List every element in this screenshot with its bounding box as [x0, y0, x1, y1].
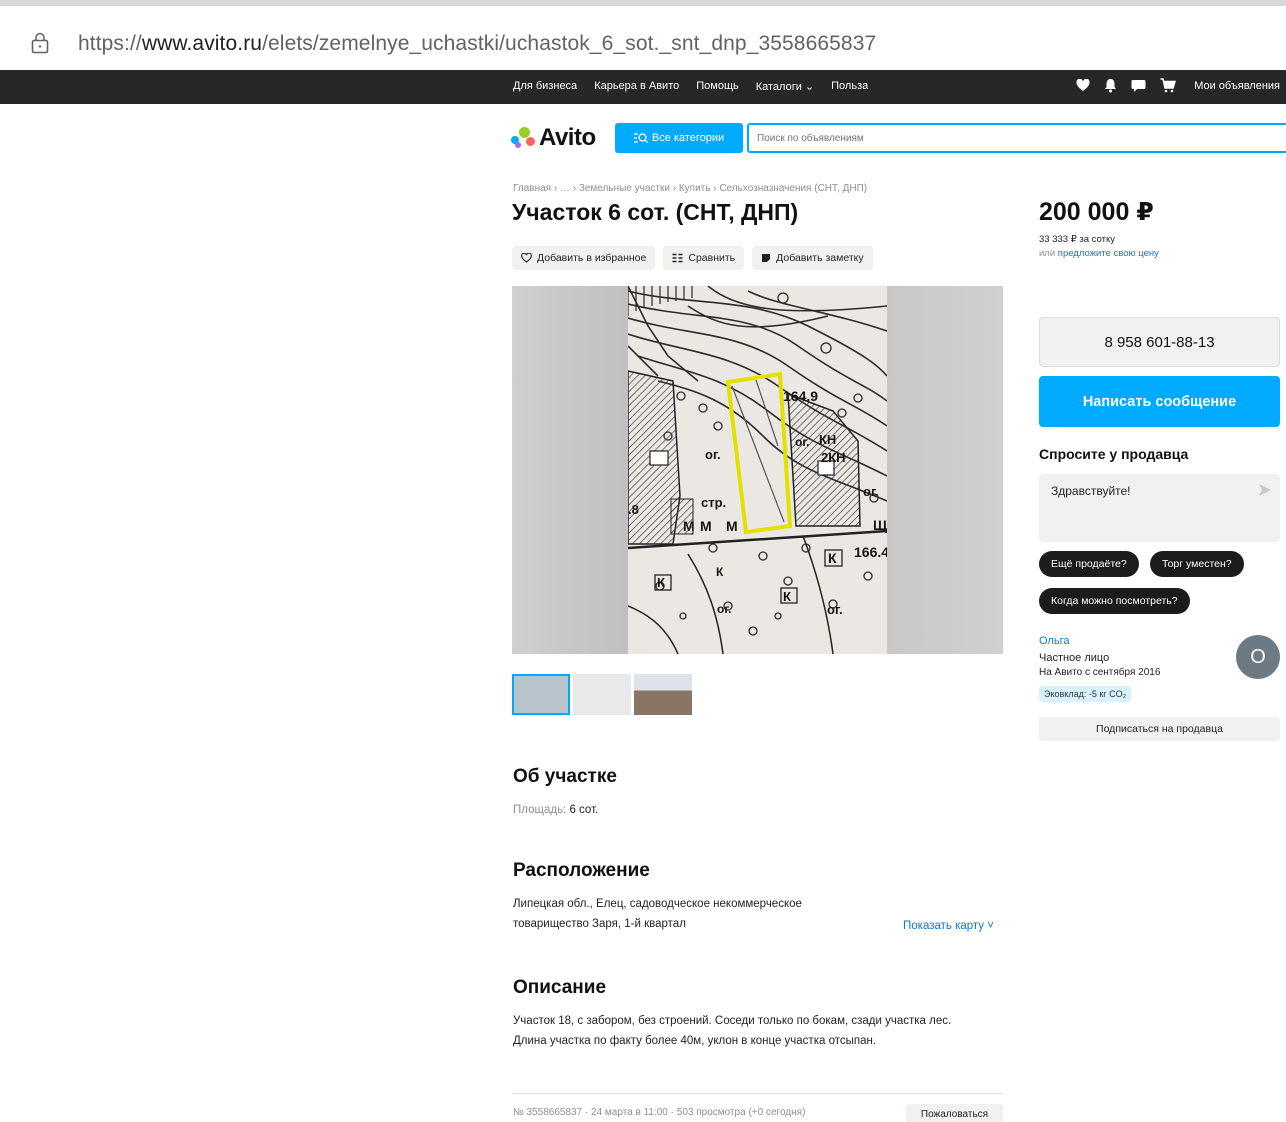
thumbnail-trees[interactable]	[634, 674, 692, 715]
categories-search-icon	[633, 133, 648, 143]
heart-icon[interactable]	[1076, 79, 1090, 92]
quick-question-chip[interactable]: Когда можно посмотреть?	[1039, 588, 1190, 614]
offer-price-link[interactable]: предложите свою цену	[1058, 248, 1159, 259]
svg-text:ог.: ог.	[827, 602, 843, 617]
about-heading: Об участке	[513, 766, 617, 787]
compare-label: Сравнить	[688, 252, 736, 264]
seller-name-link[interactable]: Ольга	[1039, 635, 1069, 647]
all-categories-button[interactable]: Все категории	[615, 123, 743, 153]
thumbnail-map[interactable]	[512, 674, 570, 715]
svg-text:К: К	[657, 575, 665, 590]
add-favorite-label: Добавить в избранное	[537, 252, 647, 264]
eco-badge[interactable]: Эковклад: -5 кг CO₂	[1039, 686, 1132, 702]
area-value: 6 сот.	[569, 804, 599, 816]
top-nav-links: Для бизнеса Карьера в Авито Помощь Катал…	[513, 80, 868, 93]
chat-icon[interactable]	[1131, 79, 1146, 93]
quick-question-chip[interactable]: Торг уместен?	[1150, 551, 1244, 577]
svg-text:2КН: 2КН	[821, 450, 846, 465]
photo-gallery[interactable]: 164.9 КН 2КН ог. ог. стр. ог. .8 М М М 1…	[512, 286, 1003, 654]
svg-text:КН: КН	[819, 432, 836, 447]
top-nav-icons: Мои объявления	[1076, 78, 1280, 93]
note-icon	[762, 254, 771, 262]
area-label: Площадь:	[513, 804, 570, 816]
description-line-2: Длина участка по факту более 40м, уклон …	[513, 1035, 877, 1047]
price-per-sotka: 33 333 ₽ за сотку	[1039, 234, 1115, 245]
svg-text:Щ: Щ	[873, 517, 887, 533]
svg-text:стр.: стр.	[701, 495, 726, 510]
svg-text:К: К	[783, 589, 791, 604]
add-note-label: Добавить заметку	[776, 252, 864, 264]
offer-price: или предложите свою цену	[1039, 248, 1159, 259]
browser-address-bar[interactable]: https://www.avito.ru/elets/zemelnye_ucha…	[0, 0, 1286, 70]
svg-text:166.4: 166.4	[854, 544, 887, 560]
show-phone-button[interactable]: 8 958 601-88-13	[1039, 317, 1280, 367]
message-input[interactable]: Здравствуйте!	[1039, 474, 1280, 542]
lock-icon	[31, 32, 49, 54]
nav-link-help[interactable]: Помощь	[696, 80, 739, 93]
svg-text:164.9: 164.9	[783, 388, 818, 404]
breadcrumb[interactable]: Главная › … › Земельные участки › Купить…	[513, 183, 867, 194]
page-title: Участок 6 сот. (СНТ, ДНП)	[512, 199, 799, 225]
description-line-1: Участок 18, с забором, без строений. Сос…	[513, 1015, 952, 1027]
offer-prefix: или	[1039, 248, 1058, 259]
write-message-button[interactable]: Написать сообщение	[1039, 376, 1280, 427]
url-host: www.avito.ru	[141, 32, 263, 55]
area-param: Площадь: 6 сот.	[513, 800, 598, 820]
svg-text:ог.: ог.	[717, 602, 731, 616]
description-heading: Описание	[513, 977, 607, 998]
nav-link-catalogs[interactable]: Каталоги ⌄	[756, 80, 814, 93]
avito-logo[interactable]: Avito	[511, 124, 596, 152]
url-text[interactable]: https://www.avito.ru/elets/zemelnye_ucha…	[78, 32, 876, 56]
bell-icon[interactable]	[1104, 78, 1117, 93]
svg-text:К: К	[828, 550, 837, 566]
svg-text:ог.: ог.	[795, 435, 809, 449]
svg-text:.8: .8	[628, 502, 639, 517]
nav-link-business[interactable]: Для бизнеса	[513, 80, 577, 93]
location-heading: Расположение	[513, 860, 650, 881]
svg-text:М: М	[700, 518, 712, 534]
show-map-link[interactable]: Показать карту ˅	[903, 920, 994, 932]
svg-text:ог.: ог.	[863, 484, 879, 499]
address-line-2: товарищество Заря, 1-й квартал	[513, 918, 686, 930]
url-scheme: https://	[78, 32, 142, 55]
search-input[interactable]	[747, 123, 1286, 153]
add-favorite-button[interactable]: Добавить в избранное	[512, 246, 656, 270]
subscribe-seller-button[interactable]: Подписаться на продавца	[1039, 717, 1280, 741]
nav-link-benefit[interactable]: Польза	[831, 80, 868, 93]
cart-icon[interactable]	[1160, 78, 1177, 93]
seller-type: Частное лицо	[1039, 652, 1110, 664]
listing-meta: № 3558665837 · 24 марта в 11:00 · 503 пр…	[513, 1107, 806, 1118]
compare-button[interactable]: Сравнить	[663, 246, 745, 270]
send-arrow-icon[interactable]	[1258, 483, 1272, 497]
address-line-1: Липецкая обл., Елец, садоводческое неком…	[513, 898, 802, 910]
ask-seller-heading: Спросите у продавца	[1039, 446, 1189, 462]
compare-icon	[672, 253, 683, 263]
add-note-button[interactable]: Добавить заметку	[752, 246, 873, 270]
top-navigation-bar: Для бизнеса Карьера в Авито Помощь Катал…	[0, 70, 1286, 104]
listing-actions: Добавить в избранное Сравнить Добавить з…	[512, 246, 873, 270]
report-button[interactable]: Пожаловаться	[906, 1104, 1003, 1122]
gallery-thumbnails	[512, 674, 692, 715]
svg-text:К: К	[716, 565, 724, 579]
quick-question-chip[interactable]: Ещё продаёте?	[1039, 551, 1139, 577]
seller-since: На Авито с сентября 2016	[1039, 667, 1161, 678]
svg-text:ог.: ог.	[705, 447, 721, 462]
url-path: /elets/zemelnye_uchastki/uchastok_6_sot.…	[262, 32, 877, 55]
seller-avatar[interactable]: О	[1236, 635, 1280, 679]
thumbnail-document[interactable]	[573, 674, 631, 715]
logo-text: Avito	[539, 124, 596, 151]
my-ads-link[interactable]: Мои объявления	[1194, 80, 1280, 92]
footer-divider	[512, 1093, 1003, 1094]
heart-outline-icon	[521, 253, 532, 263]
svg-text:М: М	[726, 518, 738, 534]
cadastral-map-drawing: 164.9 КН 2КН ог. ог. стр. ог. .8 М М М 1…	[627, 286, 889, 654]
nav-link-career[interactable]: Карьера в Авито	[594, 80, 679, 93]
price: 200 000 ₽	[1039, 198, 1154, 226]
all-categories-label: Все категории	[651, 132, 725, 144]
cadastral-map-photo: 164.9 КН 2КН ог. ог. стр. ог. .8 М М М 1…	[627, 286, 889, 654]
logo-dots-icon	[511, 127, 537, 149]
